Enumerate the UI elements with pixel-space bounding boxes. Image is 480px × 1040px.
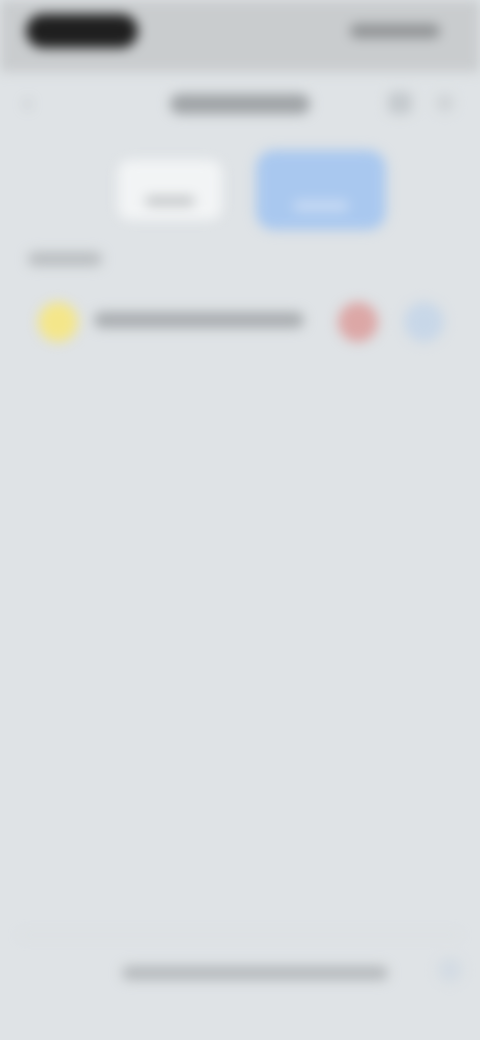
status-indicators-text <box>350 24 351 25</box>
home-indicator[interactable] <box>122 966 388 980</box>
option-b-label <box>349 166 350 167</box>
option-b-button[interactable] <box>256 150 386 230</box>
section-header <box>28 252 102 266</box>
red-action-icon[interactable] <box>338 302 378 342</box>
option-b-label-bar <box>293 199 349 212</box>
list-item[interactable] <box>20 290 460 352</box>
option-a-label <box>195 171 196 172</box>
blue-action-icon[interactable] <box>404 302 444 342</box>
option-a-label-bar <box>145 196 195 206</box>
status-indicators <box>350 24 440 38</box>
list-item-label <box>94 312 95 313</box>
status-bar <box>0 0 480 72</box>
blurred-screen: ‹ <box>0 0 480 1040</box>
more-icon[interactable] <box>436 94 454 112</box>
list-item-label-bar <box>94 312 304 328</box>
nav-header: ‹ <box>0 72 480 136</box>
page-title-placeholder <box>170 93 310 114</box>
segmented-control <box>0 150 480 230</box>
status-time-pill <box>26 14 138 48</box>
item-icon <box>38 302 78 342</box>
divider <box>20 934 460 936</box>
section-title <box>28 252 29 253</box>
page-title-text <box>310 92 311 93</box>
corner-icon[interactable] <box>438 958 462 982</box>
status-time <box>26 14 27 15</box>
option-a-button[interactable] <box>118 160 222 220</box>
action-icon[interactable] <box>388 92 412 114</box>
